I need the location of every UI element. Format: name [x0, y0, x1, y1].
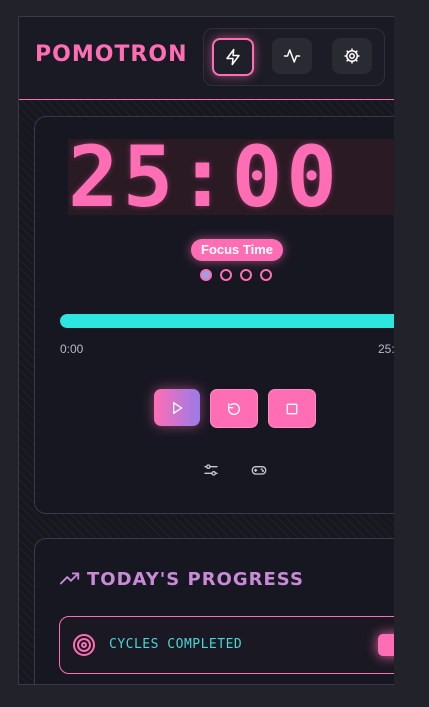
- mode-badge: Focus Time: [191, 239, 284, 261]
- stop-icon: [286, 403, 298, 414]
- timer-display: 25:00: [68, 135, 394, 219]
- cycle-dot: [200, 269, 212, 281]
- app-logo: POMOTRON: [35, 42, 187, 67]
- sliders-icon[interactable]: [203, 462, 219, 478]
- stop-button[interactable]: [268, 389, 316, 428]
- trending-up-icon: [59, 572, 80, 585]
- activity-icon: [283, 49, 301, 63]
- today-progress-card: TODAY'S PROGRESS CYCLES COMPLETED 2: [34, 538, 394, 684]
- app-header: POMOTRON: [19, 17, 394, 100]
- today-progress-title: TODAY'S PROGRESS: [87, 569, 304, 590]
- stat-cycles-completed: CYCLES COMPLETED 2: [59, 616, 394, 674]
- stat-label: CYCLES COMPLETED: [109, 637, 243, 652]
- app-title: POMOTRON: [35, 42, 188, 67]
- reset-button[interactable]: [210, 389, 258, 428]
- total-time-label: 25:00: [378, 342, 394, 356]
- gamepad-icon[interactable]: [251, 462, 267, 478]
- progress-bar: [60, 314, 394, 328]
- cycle-dot: [220, 269, 232, 281]
- nav-group: [203, 28, 385, 86]
- cycle-dot: [260, 269, 272, 281]
- lightning-icon: [226, 48, 240, 66]
- progress-fill: [60, 314, 394, 328]
- stat-value: 2: [378, 634, 394, 656]
- target-icon: [73, 634, 95, 656]
- play-icon: [173, 401, 183, 414]
- elapsed-time-label: 0:00: [60, 342, 84, 356]
- app-window: POMOTRON 25:00 Focus Time 0:00 25 TODAY'…: [18, 16, 394, 685]
- play-button[interactable]: [154, 389, 200, 426]
- timer-card: 25:00 Focus Time 0:00 25:00: [34, 116, 394, 514]
- nav-settings-button[interactable]: [332, 38, 372, 74]
- cycle-dot: [240, 269, 252, 281]
- nav-timer-button[interactable]: [212, 38, 254, 76]
- nav-stats-button[interactable]: [272, 38, 312, 74]
- main-content: 25:00 Focus Time 0:00 25:00: [19, 100, 394, 684]
- gear-icon: [344, 48, 360, 64]
- reset-icon: [227, 402, 240, 415]
